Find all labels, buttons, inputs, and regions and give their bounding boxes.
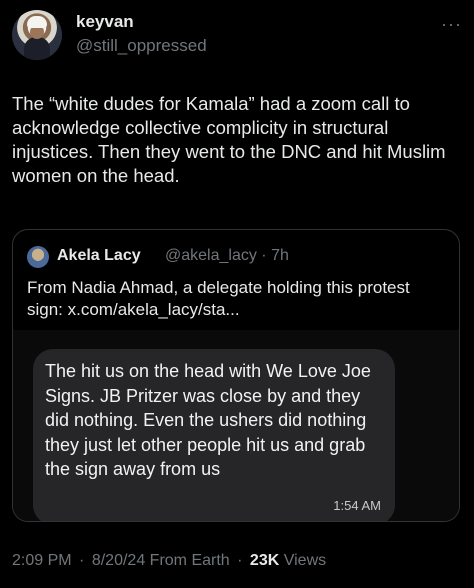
- quoted-author-avatar: [27, 246, 49, 268]
- footer-separator: ·: [237, 552, 243, 569]
- author-handle[interactable]: @still_oppressed: [76, 36, 207, 56]
- message-bubble: The hit us on the head with We Love Joe …: [33, 349, 395, 521]
- footer-separator: ·: [79, 552, 85, 569]
- post-source: From Earth: [149, 552, 230, 569]
- author-name[interactable]: keyvan: [76, 12, 134, 32]
- quoted-time: 7h: [271, 247, 289, 264]
- quoted-author-handle: @akela_lacy: [165, 247, 257, 264]
- avatar-turban: [27, 16, 47, 28]
- tweet-text: The “white dudes for Kamala” had a zoom …: [12, 93, 446, 186]
- avatar-robe: [24, 37, 50, 60]
- post-date[interactable]: 8/20/24: [92, 552, 145, 569]
- quoted-tweet[interactable]: Akela Lacy @akela_lacy · 7h From Nadia A…: [12, 229, 460, 522]
- author-avatar[interactable]: [12, 10, 62, 60]
- quoted-author-name: Akela Lacy: [57, 247, 141, 264]
- views-label: Views: [283, 552, 327, 569]
- post-time[interactable]: 2:09 PM: [12, 552, 72, 569]
- tweet-footer: 2:09 PM · 8/20/24 From Earth · 23K Views: [12, 552, 326, 570]
- message-time: 1:54 AM: [333, 498, 381, 513]
- more-options-icon[interactable]: ···: [441, 14, 462, 35]
- quoted-author-meta: @akela_lacy · 7h: [165, 247, 289, 265]
- quoted-text: From Nadia Ahmad, a delegate holding thi…: [27, 278, 410, 319]
- quoted-media-image[interactable]: The hit us on the head with We Love Joe …: [13, 330, 459, 521]
- views-count[interactable]: 23K: [250, 552, 279, 569]
- meta-separator: ·: [261, 247, 267, 264]
- tweet-header: keyvan @still_oppressed ···: [12, 8, 462, 64]
- message-text: The hit us on the head with We Love Joe …: [45, 361, 371, 479]
